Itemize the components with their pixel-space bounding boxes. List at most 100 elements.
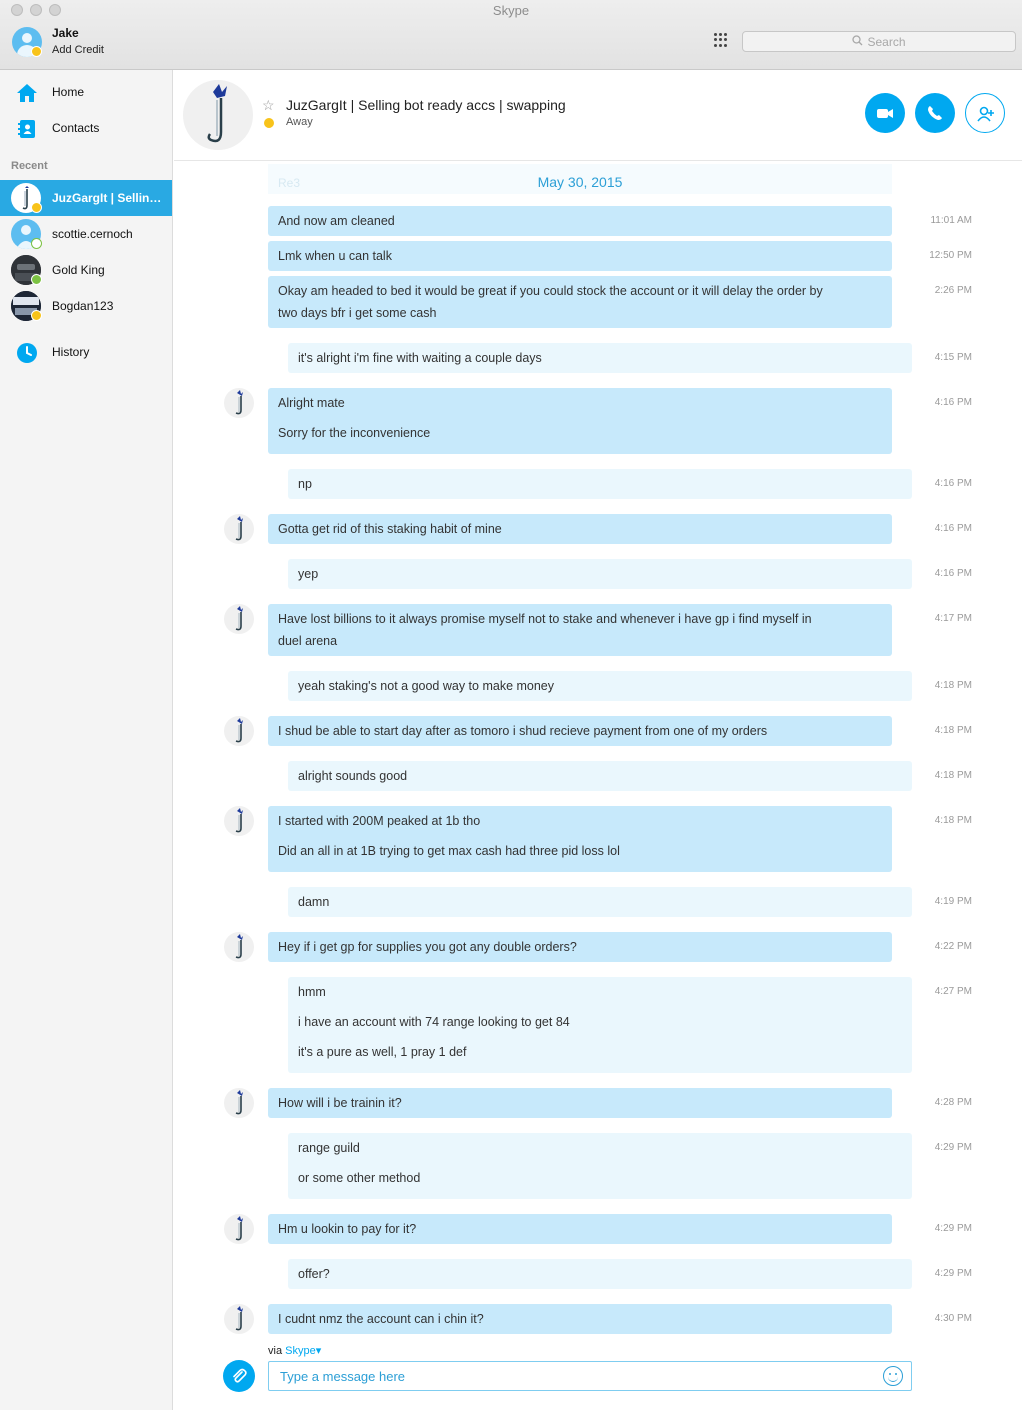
search-icon bbox=[852, 32, 863, 52]
message-text: hmm bbox=[298, 985, 326, 999]
sent-message[interactable]: np bbox=[288, 469, 912, 499]
message-text: Sorry for the inconvenience bbox=[278, 426, 431, 440]
received-message[interactable]: Alright mate Sorry for the inconvenience bbox=[268, 388, 892, 454]
message-text: Okay am headed to bed it would be great … bbox=[278, 284, 823, 298]
received-message[interactable]: Lmk when u can talk bbox=[268, 241, 892, 271]
nav-history-label: History bbox=[52, 345, 90, 359]
sender-avatar[interactable] bbox=[224, 1088, 254, 1118]
emoji-icon[interactable] bbox=[883, 1366, 903, 1386]
message-timestamp: 2:26 PM bbox=[934, 285, 972, 296]
via-text: via bbox=[268, 1345, 283, 1357]
received-message[interactable]: I started with 200M peaked at 1b tho Did … bbox=[268, 806, 892, 872]
phone-icon bbox=[928, 106, 942, 120]
received-message[interactable]: I cudnt nmz the account can i chin it? bbox=[268, 1304, 892, 1334]
sent-message[interactable]: yep bbox=[288, 559, 912, 589]
sent-message[interactable]: range guild or some other method bbox=[288, 1133, 912, 1199]
contact-status-away-icon bbox=[264, 118, 274, 128]
search-input[interactable]: Search bbox=[742, 31, 1016, 52]
message-timestamp: 4:17 PM bbox=[934, 613, 972, 624]
add-person-icon bbox=[977, 106, 994, 122]
search-placeholder: Search bbox=[867, 35, 906, 49]
message-timestamp: 4:27 PM bbox=[934, 986, 972, 997]
message-text: Did an all in at 1B trying to get max ca… bbox=[278, 844, 620, 858]
message-text: it's a pure as well, 1 pray 1 def bbox=[298, 1045, 467, 1059]
message-text: range guild bbox=[298, 1141, 360, 1155]
sender-avatar[interactable] bbox=[224, 514, 254, 544]
video-call-icon bbox=[877, 109, 893, 118]
sender-avatar[interactable] bbox=[224, 716, 254, 746]
history-icon bbox=[16, 342, 38, 364]
sent-message[interactable]: yeah staking's not a good way to make mo… bbox=[288, 671, 912, 701]
message-timestamp: 4:18 PM bbox=[934, 725, 972, 736]
message-input[interactable]: Type a message here bbox=[268, 1361, 912, 1391]
nav-history[interactable]: History bbox=[0, 336, 172, 370]
sender-avatar[interactable] bbox=[224, 932, 254, 962]
sidebar: Home Contacts Recent JuzGargIt | Selling… bbox=[0, 70, 173, 1410]
service-selector[interactable]: Skype▾ bbox=[285, 1345, 321, 1357]
sender-avatar[interactable] bbox=[224, 388, 254, 418]
sent-message[interactable]: hmm i have an account with 74 range looki… bbox=[288, 977, 912, 1073]
message-timestamp: 4:15 PM bbox=[934, 352, 972, 363]
message-timestamp: 4:18 PM bbox=[934, 770, 972, 781]
received-message[interactable]: Hey if i get gp for supplies you got any… bbox=[268, 932, 892, 962]
received-message[interactable]: How will i be trainin it? bbox=[268, 1088, 892, 1118]
message-timestamp: 4:29 PM bbox=[934, 1268, 972, 1279]
received-message[interactable]: Gotta get rid of this staking habit of m… bbox=[268, 514, 892, 544]
message-timestamp: 4:16 PM bbox=[934, 523, 972, 534]
contact-status-text: Away bbox=[286, 116, 313, 128]
sent-message[interactable]: damn bbox=[288, 887, 912, 917]
status-offline-icon bbox=[31, 238, 42, 249]
nav-home[interactable]: Home bbox=[0, 76, 172, 110]
sent-message[interactable]: offer? bbox=[288, 1259, 912, 1289]
message-text: it's alright i'm fine with waiting a cou… bbox=[298, 351, 542, 365]
message-timestamp: 12:50 PM bbox=[929, 250, 972, 261]
recent-item-gold-king[interactable]: Gold King bbox=[0, 252, 172, 288]
message-timestamp: 11:01 AM bbox=[930, 215, 972, 226]
message-list[interactable]: May 30, 2015 Re3 And now am cleaned 11:01… bbox=[174, 162, 1022, 1338]
received-message[interactable]: Okay am headed to bed it would be great … bbox=[268, 276, 892, 328]
sent-message[interactable]: alright sounds good bbox=[288, 761, 912, 791]
contacts-icon bbox=[16, 118, 38, 140]
date-label: May 30, 2015 bbox=[537, 174, 623, 190]
contact-avatar[interactable] bbox=[183, 80, 253, 150]
message-timestamp: 4:16 PM bbox=[934, 478, 972, 489]
recent-item-scottie[interactable]: scottie.cernoch bbox=[0, 216, 172, 252]
recent-item-label: scottie.cernoch bbox=[52, 227, 133, 241]
add-people-button[interactable] bbox=[965, 93, 1005, 133]
sender-avatar[interactable] bbox=[224, 1214, 254, 1244]
recent-item-juzgargit[interactable]: JuzGargIt | Selling bot ready accs | swa… bbox=[0, 180, 172, 216]
message-text: duel arena bbox=[278, 634, 338, 648]
via-label: via Skype▾ bbox=[268, 1344, 321, 1357]
voice-call-button[interactable] bbox=[915, 93, 955, 133]
received-message[interactable]: Have lost billions to it always promise … bbox=[268, 604, 892, 656]
sender-avatar[interactable] bbox=[224, 806, 254, 836]
received-message[interactable]: And now am cleaned bbox=[268, 206, 892, 236]
favorite-star-icon[interactable]: ☆ bbox=[262, 97, 275, 114]
message-text: Gotta get rid of this staking habit of m… bbox=[278, 522, 502, 536]
status-away-icon bbox=[31, 202, 42, 213]
received-message[interactable]: Hm u lookin to pay for it? bbox=[268, 1214, 892, 1244]
sender-avatar[interactable] bbox=[224, 604, 254, 634]
message-timestamp: 4:18 PM bbox=[934, 680, 972, 691]
dialpad-icon[interactable] bbox=[714, 33, 728, 47]
nav-contacts[interactable]: Contacts bbox=[0, 112, 172, 146]
sent-message[interactable]: it's alright i'm fine with waiting a cou… bbox=[288, 343, 912, 373]
video-call-button[interactable] bbox=[865, 93, 905, 133]
recent-item-label: JuzGargIt | Selling bot ready accs | swa… bbox=[52, 191, 164, 205]
sender-avatar[interactable] bbox=[224, 1304, 254, 1334]
message-text: How will i be trainin it? bbox=[278, 1096, 402, 1110]
message-timestamp: 4:22 PM bbox=[934, 941, 972, 952]
received-message[interactable]: I shud be able to start day after as tom… bbox=[268, 716, 892, 746]
message-timestamp: 4:16 PM bbox=[934, 568, 972, 579]
my-name[interactable]: Jake bbox=[52, 26, 79, 40]
message-text: yeah staking's not a good way to make mo… bbox=[298, 679, 555, 693]
recent-item-bogdan[interactable]: Bogdan123 bbox=[0, 288, 172, 324]
attach-button[interactable] bbox=[223, 1360, 255, 1392]
title-bar: Skype Jake Add Credit Search bbox=[0, 0, 1022, 70]
add-credit-link[interactable]: Add Credit bbox=[52, 44, 104, 56]
status-online-icon bbox=[31, 274, 42, 285]
status-away-icon bbox=[31, 310, 42, 321]
message-timestamp: 4:29 PM bbox=[934, 1142, 972, 1153]
message-text: Hm u lookin to pay for it? bbox=[278, 1222, 417, 1236]
message-timestamp: 4:18 PM bbox=[934, 815, 972, 826]
